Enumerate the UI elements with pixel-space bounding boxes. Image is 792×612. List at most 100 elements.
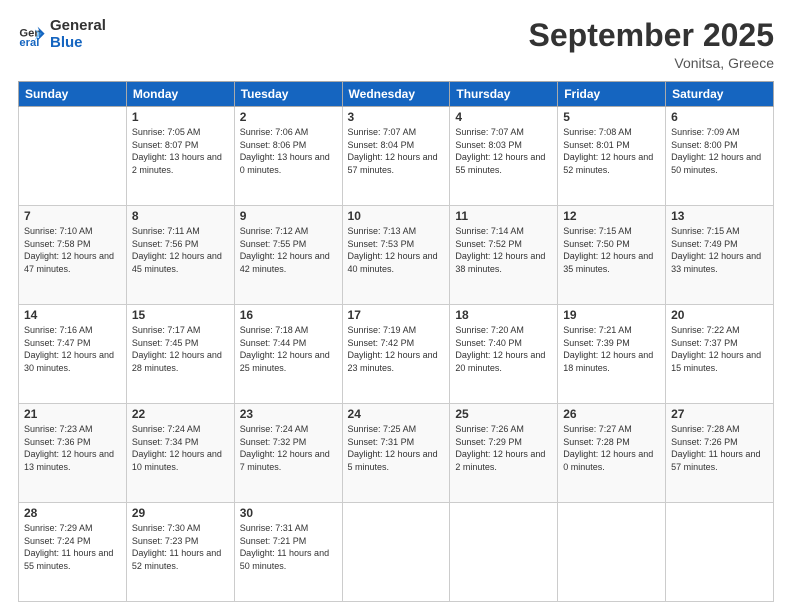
day-number: 13 [671,209,768,223]
day-number: 7 [24,209,121,223]
day-info: Sunrise: 7:26 AMSunset: 7:29 PMDaylight:… [455,423,552,473]
calendar-cell [19,107,127,206]
day-number: 5 [563,110,660,124]
calendar-cell: 10Sunrise: 7:13 AMSunset: 7:53 PMDayligh… [342,206,450,305]
day-number: 6 [671,110,768,124]
location-subtitle: Vonitsa, Greece [529,55,774,71]
day-number: 24 [348,407,445,421]
calendar-cell: 27Sunrise: 7:28 AMSunset: 7:26 PMDayligh… [666,404,774,503]
calendar-cell: 18 Sunrise: 7:20 AMSunset: 7:40 PMDayligh… [450,305,558,404]
day-number: 3 [348,110,445,124]
day-info: Sunrise: 7:24 AMSunset: 7:34 PMDaylight:… [132,423,229,473]
calendar-cell: 8 Sunrise: 7:11 AMSunset: 7:56 PMDaylight… [126,206,234,305]
day-info: Sunrise: 7:23 AMSunset: 7:36 PMDaylight:… [24,423,121,473]
day-info: Sunrise: 7:11 AMSunset: 7:56 PMDaylight:… [132,225,229,275]
day-number: 9 [240,209,337,223]
calendar-cell: 29 Sunrise: 7:30 AMSunset: 7:23 PMDayligh… [126,503,234,602]
day-info: Sunrise: 7:20 AMSunset: 7:40 PMDaylight:… [455,324,552,374]
day-number: 18 [455,308,552,322]
page: Gen eral General Blue September 2025 Von… [0,0,792,612]
day-info: Sunrise: 7:16 AMSunset: 7:47 PMDaylight:… [24,324,121,374]
day-info: Sunrise: 7:29 AMSunset: 7:24 PMDaylight:… [24,522,121,572]
calendar-cell: 30 Sunrise: 7:31 AMSunset: 7:21 PMDayligh… [234,503,342,602]
calendar-cell [342,503,450,602]
col-thursday: Thursday [450,82,558,107]
calendar-cell: 2Sunrise: 7:06 AMSunset: 8:06 PMDaylight… [234,107,342,206]
calendar-cell: 21 Sunrise: 7:23 AMSunset: 7:36 PMDayligh… [19,404,127,503]
calendar-cell: 26 Sunrise: 7:27 AMSunset: 7:28 PMDayligh… [558,404,666,503]
calendar-cell: 5 Sunrise: 7:08 AMSunset: 8:01 PMDaylight… [558,107,666,206]
day-info: Sunrise: 7:12 AMSunset: 7:55 PMDaylight:… [240,225,337,275]
col-monday: Monday [126,82,234,107]
calendar-week-row: 14Sunrise: 7:16 AMSunset: 7:47 PMDayligh… [19,305,774,404]
calendar-header-row: Sunday Monday Tuesday Wednesday Thursday… [19,82,774,107]
calendar-cell: 13 Sunrise: 7:15 AMSunset: 7:49 PMDayligh… [666,206,774,305]
calendar-cell: 25 Sunrise: 7:26 AMSunset: 7:29 PMDayligh… [450,404,558,503]
calendar-cell: 6 Sunrise: 7:09 AMSunset: 8:00 PMDaylight… [666,107,774,206]
col-saturday: Saturday [666,82,774,107]
day-info: Sunrise: 7:05 AMSunset: 8:07 PMDaylight:… [132,126,229,176]
day-info: Sunrise: 7:30 AMSunset: 7:23 PMDaylight:… [132,522,229,572]
calendar-week-row: 21 Sunrise: 7:23 AMSunset: 7:36 PMDayligh… [19,404,774,503]
day-number: 22 [132,407,229,421]
day-number: 21 [24,407,121,421]
calendar-cell: 17 Sunrise: 7:19 AMSunset: 7:42 PMDayligh… [342,305,450,404]
day-info: Sunrise: 7:19 AMSunset: 7:42 PMDaylight:… [348,324,445,374]
day-number: 17 [348,308,445,322]
day-number: 10 [348,209,445,223]
day-info: Sunrise: 7:10 AMSunset: 7:58 PMDaylight:… [24,225,121,275]
col-friday: Friday [558,82,666,107]
day-number: 23 [240,407,337,421]
logo-text: General Blue [50,18,106,51]
day-info: Sunrise: 7:07 AMSunset: 8:03 PMDaylight:… [455,126,552,176]
day-number: 30 [240,506,337,520]
day-info: Sunrise: 7:07 AMSunset: 8:04 PMDaylight:… [348,126,445,176]
day-info: Sunrise: 7:06 AMSunset: 8:06 PMDaylight:… [240,126,337,176]
day-number: 25 [455,407,552,421]
day-number: 8 [132,209,229,223]
calendar-week-row: 28 Sunrise: 7:29 AMSunset: 7:24 PMDayligh… [19,503,774,602]
calendar-cell: 20Sunrise: 7:22 AMSunset: 7:37 PMDayligh… [666,305,774,404]
day-number: 4 [455,110,552,124]
day-number: 27 [671,407,768,421]
day-info: Sunrise: 7:24 AMSunset: 7:32 PMDaylight:… [240,423,337,473]
day-number: 26 [563,407,660,421]
day-number: 12 [563,209,660,223]
calendar-week-row: 1 Sunrise: 7:05 AMSunset: 8:07 PMDaylight… [19,107,774,206]
calendar-cell: 11 Sunrise: 7:14 AMSunset: 7:52 PMDayligh… [450,206,558,305]
day-info: Sunrise: 7:25 AMSunset: 7:31 PMDaylight:… [348,423,445,473]
day-number: 20 [671,308,768,322]
col-tuesday: Tuesday [234,82,342,107]
day-info: Sunrise: 7:31 AMSunset: 7:21 PMDaylight:… [240,522,337,572]
day-number: 11 [455,209,552,223]
title-block: September 2025 Vonitsa, Greece [529,18,774,71]
day-info: Sunrise: 7:21 AMSunset: 7:39 PMDaylight:… [563,324,660,374]
day-number: 28 [24,506,121,520]
calendar-cell: 4 Sunrise: 7:07 AMSunset: 8:03 PMDaylight… [450,107,558,206]
calendar-cell: 3 Sunrise: 7:07 AMSunset: 8:04 PMDaylight… [342,107,450,206]
day-number: 29 [132,506,229,520]
calendar-cell: 14Sunrise: 7:16 AMSunset: 7:47 PMDayligh… [19,305,127,404]
logo: Gen eral General Blue [18,18,106,51]
day-number: 19 [563,308,660,322]
day-info: Sunrise: 7:15 AMSunset: 7:50 PMDaylight:… [563,225,660,275]
day-info: Sunrise: 7:17 AMSunset: 7:45 PMDaylight:… [132,324,229,374]
day-info: Sunrise: 7:09 AMSunset: 8:00 PMDaylight:… [671,126,768,176]
calendar-cell: 24 Sunrise: 7:25 AMSunset: 7:31 PMDayligh… [342,404,450,503]
calendar-cell: 12 Sunrise: 7:15 AMSunset: 7:50 PMDayligh… [558,206,666,305]
day-info: Sunrise: 7:14 AMSunset: 7:52 PMDaylight:… [455,225,552,275]
calendar-cell: 28 Sunrise: 7:29 AMSunset: 7:24 PMDayligh… [19,503,127,602]
day-number: 15 [132,308,229,322]
col-sunday: Sunday [19,82,127,107]
calendar-cell: 22 Sunrise: 7:24 AMSunset: 7:34 PMDayligh… [126,404,234,503]
day-info: Sunrise: 7:27 AMSunset: 7:28 PMDaylight:… [563,423,660,473]
day-number: 1 [132,110,229,124]
day-info: Sunrise: 7:08 AMSunset: 8:01 PMDaylight:… [563,126,660,176]
day-info: Sunrise: 7:15 AMSunset: 7:49 PMDaylight:… [671,225,768,275]
calendar-cell: 1 Sunrise: 7:05 AMSunset: 8:07 PMDaylight… [126,107,234,206]
calendar-cell [558,503,666,602]
calendar-cell: 23 Sunrise: 7:24 AMSunset: 7:32 PMDayligh… [234,404,342,503]
calendar-cell [450,503,558,602]
calendar-cell: 15 Sunrise: 7:17 AMSunset: 7:45 PMDayligh… [126,305,234,404]
calendar-cell: 19 Sunrise: 7:21 AMSunset: 7:39 PMDayligh… [558,305,666,404]
